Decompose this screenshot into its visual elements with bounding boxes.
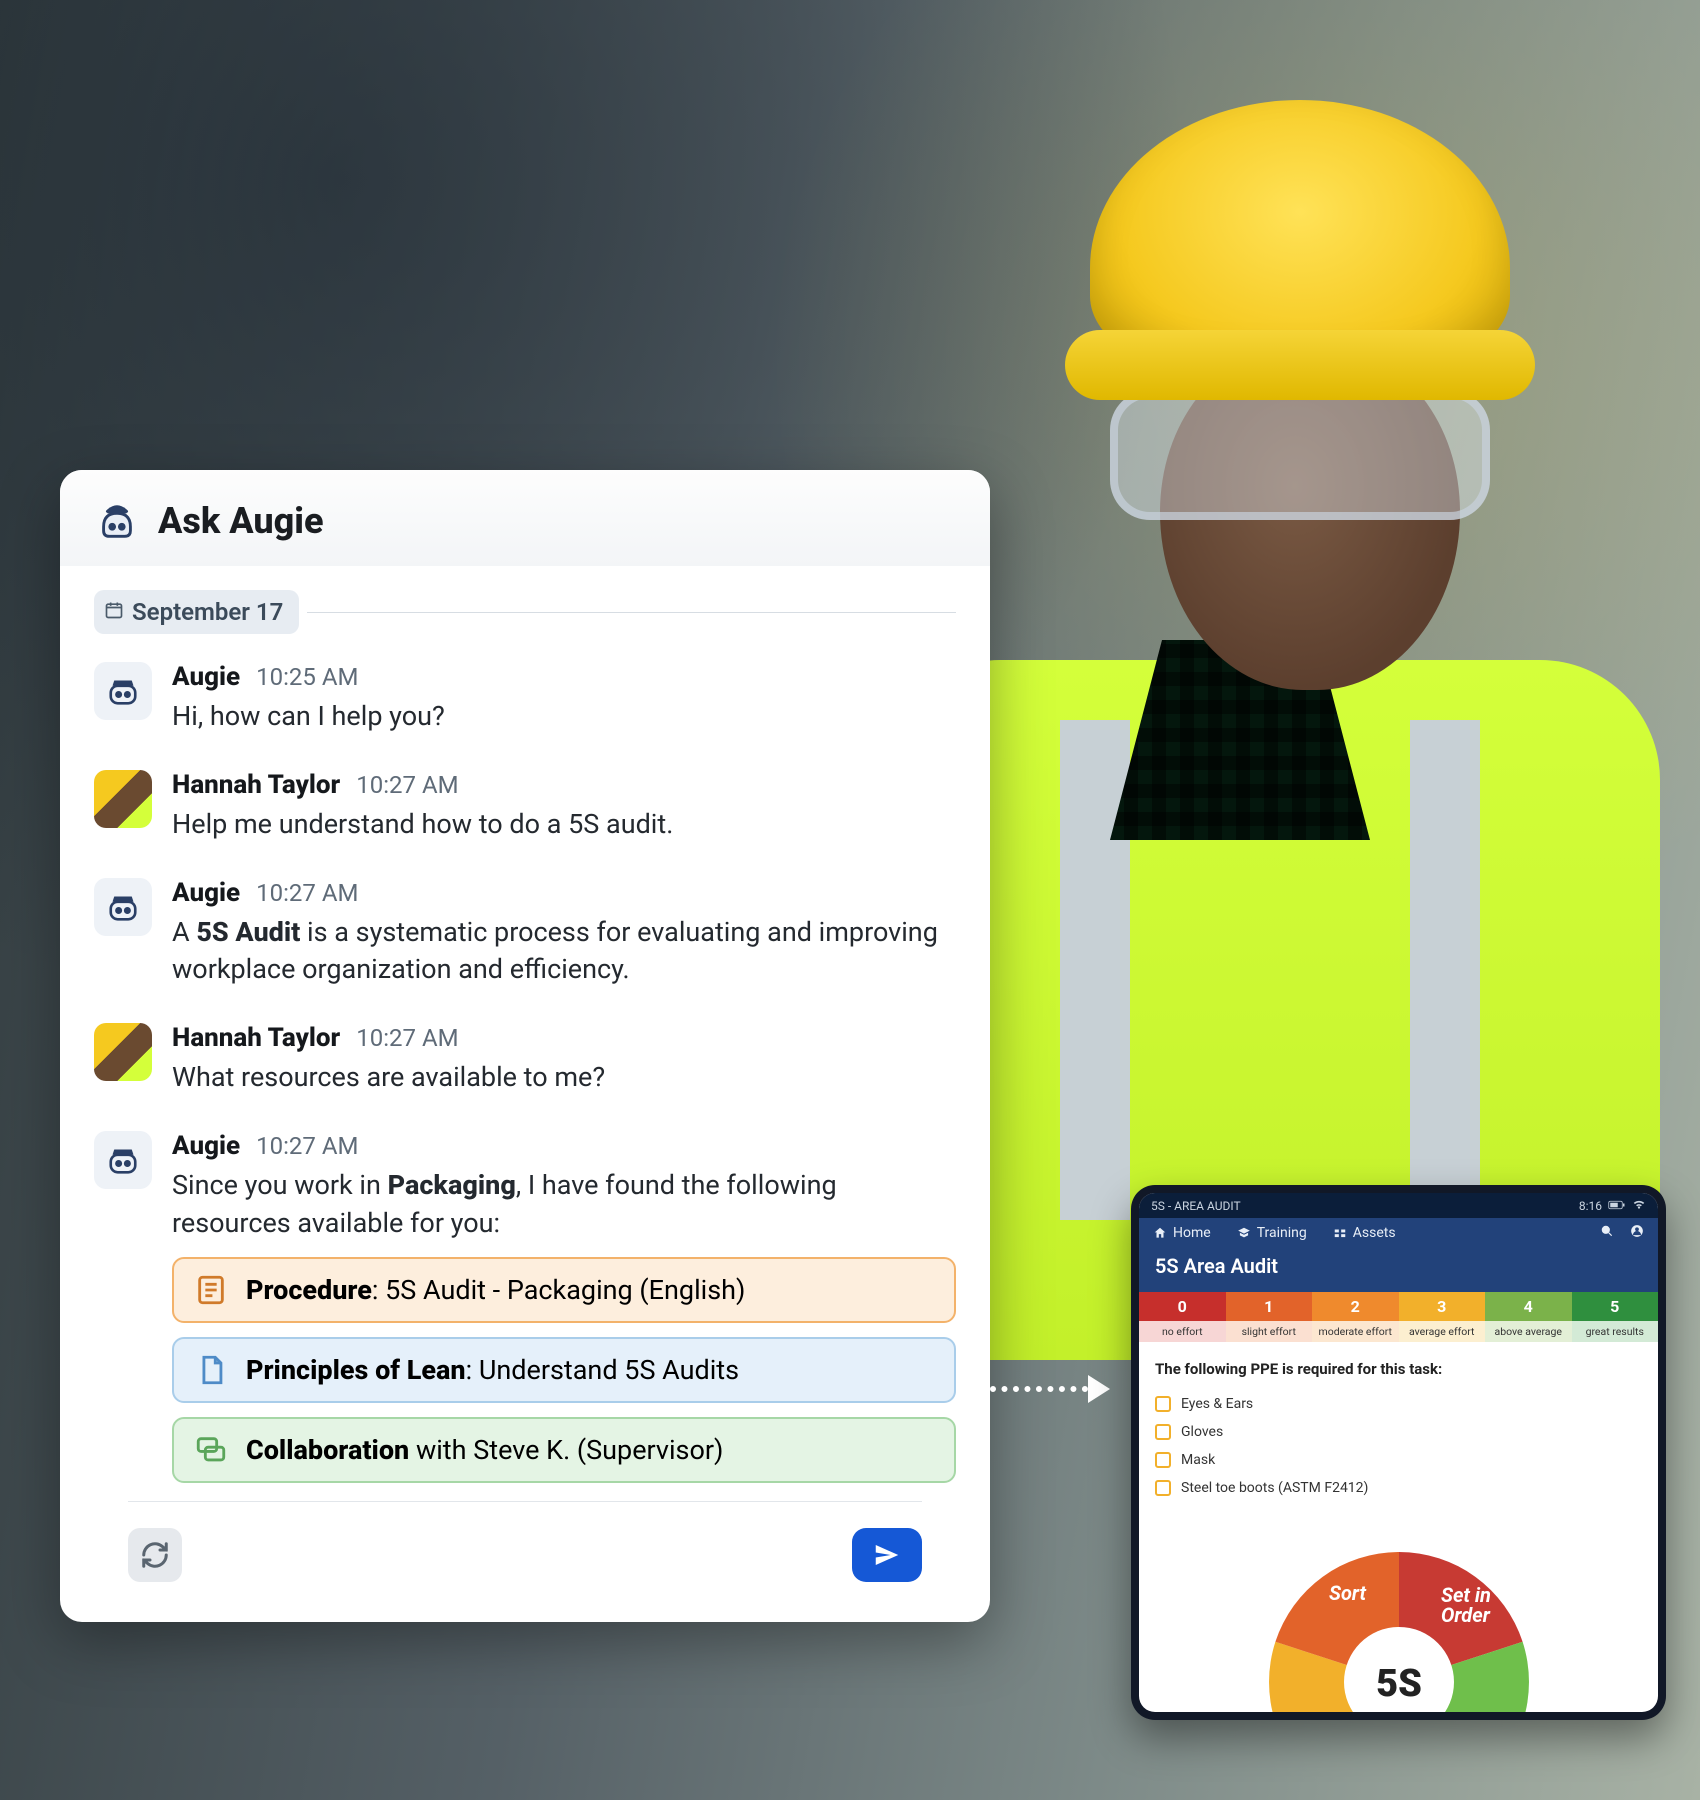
tablet-nav: Home Training Assets — [1139, 1218, 1658, 1248]
tablet-status-bar: 5S - AREA AUDIT 8:16 — [1139, 1193, 1658, 1218]
chat-message: Augie 10:25 AM Hi, how can I help you? — [94, 662, 956, 736]
resource-label: Collaboration with Steve K. (Supervisor) — [246, 1434, 723, 1466]
chat-bubbles-icon — [194, 1433, 228, 1467]
message-sender: Augie — [172, 662, 240, 692]
list-icon — [194, 1273, 228, 1307]
chat-message: Augie 10:27 AM A 5S Audit is a systemati… — [94, 878, 956, 990]
chat-header: Ask Augie — [60, 470, 990, 566]
refresh-button[interactable] — [128, 1528, 182, 1582]
score-scale: 0no effort 1slight effort 2moderate effo… — [1139, 1292, 1658, 1342]
message-sender: Hannah Taylor — [172, 770, 340, 800]
score-1[interactable]: 1slight effort — [1226, 1292, 1313, 1342]
message-time: 10:27 AM — [256, 1132, 358, 1160]
svg-text:Set inOrder: Set inOrder — [1441, 1583, 1491, 1627]
ppe-item[interactable]: Gloves — [1155, 1418, 1642, 1446]
status-time: 8:16 — [1579, 1199, 1602, 1213]
send-button[interactable] — [852, 1528, 922, 1582]
avatar-augie — [94, 1131, 152, 1189]
message-text: Help me understand how to do a 5S audit. — [172, 806, 956, 844]
augie-bot-icon — [94, 498, 140, 544]
message-sender: Augie — [172, 1131, 240, 1161]
resource-card-procedure[interactable]: Procedure: 5S Audit - Packaging (English… — [172, 1257, 956, 1323]
chat-message: Hannah Taylor 10:27 AM What resources ar… — [94, 1023, 956, 1097]
resource-label: Principles of Lean: Understand 5S Audits — [246, 1354, 739, 1386]
resource-label: Procedure: 5S Audit - Packaging (English… — [246, 1274, 745, 1306]
tablet-page-title: 5S Area Audit — [1139, 1248, 1658, 1292]
message-text: Hi, how can I help you? — [172, 698, 956, 736]
avatar-augie — [94, 662, 152, 720]
chat-body: September 17 Augie 10:25 AM Hi, how can … — [60, 566, 990, 1622]
checkbox[interactable] — [1155, 1396, 1171, 1412]
svg-text:Sort: Sort — [1329, 1581, 1366, 1605]
resource-card-collaboration[interactable]: Collaboration with Steve K. (Supervisor) — [172, 1417, 956, 1483]
chat-title: Ask Augie — [158, 500, 324, 542]
arrow-to-tablet — [990, 1377, 1110, 1401]
message-time: 10:27 AM — [256, 879, 358, 907]
chat-footer — [128, 1501, 922, 1612]
score-0[interactable]: 0no effort — [1139, 1292, 1226, 1342]
profile-icon[interactable] — [1630, 1224, 1644, 1242]
ppe-heading: The following PPE is required for this t… — [1155, 1360, 1642, 1378]
worker-illustration — [920, 40, 1620, 1240]
document-icon — [194, 1353, 228, 1387]
ppe-item[interactable]: Mask — [1155, 1446, 1642, 1474]
avatar-user — [94, 1023, 152, 1081]
tablet-device: 5S - AREA AUDIT 8:16 Home Training — [1131, 1185, 1666, 1720]
date-separator: September 17 — [94, 590, 956, 634]
battery-icon — [1608, 1199, 1626, 1213]
score-5[interactable]: 5great results — [1572, 1292, 1659, 1342]
message-text: Since you work in Packaging, I have foun… — [172, 1167, 956, 1243]
nav-assets[interactable]: Assets — [1333, 1225, 1396, 1241]
checkbox[interactable] — [1155, 1424, 1171, 1440]
search-icon[interactable] — [1600, 1224, 1614, 1242]
avatar-user — [94, 770, 152, 828]
chat-date: September 17 — [132, 598, 283, 626]
score-2[interactable]: 2moderate effort — [1312, 1292, 1399, 1342]
nav-home[interactable]: Home — [1153, 1225, 1211, 1241]
five-s-wheel: 5S Sort Set inOrder — [1155, 1502, 1642, 1712]
score-4[interactable]: 4above average — [1485, 1292, 1572, 1342]
avatar-augie — [94, 878, 152, 936]
ppe-item[interactable]: Eyes & Ears — [1155, 1390, 1642, 1418]
status-app-name: 5S - AREA AUDIT — [1151, 1199, 1241, 1213]
nav-training[interactable]: Training — [1237, 1225, 1307, 1241]
message-text: What resources are available to me? — [172, 1059, 956, 1097]
resource-card-principles[interactable]: Principles of Lean: Understand 5S Audits — [172, 1337, 956, 1403]
wifi-icon — [1632, 1197, 1646, 1214]
score-3[interactable]: 3average effort — [1399, 1292, 1486, 1342]
message-sender: Hannah Taylor — [172, 1023, 340, 1053]
message-sender: Augie — [172, 878, 240, 908]
checkbox[interactable] — [1155, 1452, 1171, 1468]
message-time: 10:25 AM — [256, 663, 358, 691]
ppe-item[interactable]: Steel toe boots (ASTM F2412) — [1155, 1474, 1642, 1502]
message-time: 10:27 AM — [356, 1024, 458, 1052]
checkbox[interactable] — [1155, 1480, 1171, 1496]
calendar-icon — [104, 598, 124, 626]
chat-message: Augie 10:27 AM Since you work in Packagi… — [94, 1131, 956, 1483]
message-time: 10:27 AM — [356, 771, 458, 799]
wheel-center: 5S — [1376, 1662, 1422, 1706]
message-text: A 5S Audit is a systematic process for e… — [172, 914, 956, 990]
chat-widget: Ask Augie September 17 Augie 10:25 AM — [60, 470, 990, 1622]
chat-message: Hannah Taylor 10:27 AM Help me understan… — [94, 770, 956, 844]
